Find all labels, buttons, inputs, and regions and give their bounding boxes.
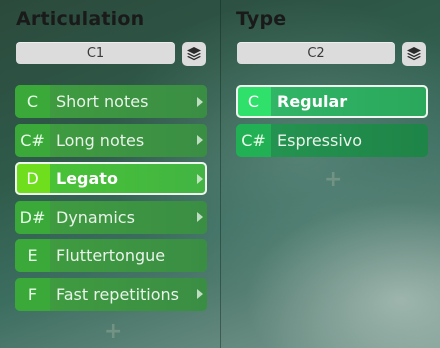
articulation-label: Dynamics xyxy=(50,200,207,234)
articulation-channel-field[interactable]: C1 xyxy=(16,42,175,64)
articulation-key: C# xyxy=(15,123,50,157)
articulation-label: Long notes xyxy=(50,123,207,157)
articulation-label: Legato xyxy=(50,162,207,195)
submenu-arrow-icon xyxy=(197,289,203,299)
articulation-label: Fast repetitions xyxy=(50,277,207,311)
articulation-label: Short notes xyxy=(50,85,207,118)
articulation-item-selected[interactable]: D Legato xyxy=(15,162,207,195)
type-list: C Regular C# Espressivo xyxy=(236,85,428,162)
articulation-key: D xyxy=(15,162,50,195)
type-column: Type C2 C Regular C# Espressivo + xyxy=(221,0,440,348)
type-item-selected[interactable]: C Regular xyxy=(236,85,428,118)
articulation-item[interactable]: C Short notes xyxy=(15,85,207,118)
type-item[interactable]: C# Espressivo xyxy=(236,123,428,157)
type-key: C# xyxy=(236,123,271,157)
submenu-arrow-icon xyxy=(197,173,203,184)
articulation-list: C Short notes C# Long notes D Legato D# … xyxy=(15,85,207,316)
add-type-button[interactable]: + xyxy=(324,169,342,191)
type-channel-field[interactable]: C2 xyxy=(237,42,395,64)
articulation-title: Articulation xyxy=(16,8,145,30)
submenu-arrow-icon xyxy=(197,96,203,107)
articulation-item[interactable]: C# Long notes xyxy=(15,123,207,157)
articulation-item[interactable]: E Fluttertongue xyxy=(15,239,207,272)
submenu-arrow-icon xyxy=(197,135,203,145)
type-title: Type xyxy=(236,8,287,30)
articulation-item[interactable]: F Fast repetitions xyxy=(15,277,207,311)
articulation-key: E xyxy=(15,239,50,272)
type-label: Regular xyxy=(271,85,428,118)
layers-icon[interactable] xyxy=(182,42,206,66)
articulation-column: Articulation C1 C Short notes C# Long no… xyxy=(0,0,220,348)
type-label: Espressivo xyxy=(271,123,428,157)
submenu-arrow-icon xyxy=(197,212,203,222)
add-articulation-button[interactable]: + xyxy=(104,321,122,343)
articulation-label: Fluttertongue xyxy=(50,239,207,272)
layers-icon[interactable] xyxy=(402,42,426,66)
articulation-key: D# xyxy=(15,200,50,234)
articulation-key: F xyxy=(15,277,50,311)
type-key: C xyxy=(236,85,271,118)
articulation-item[interactable]: D# Dynamics xyxy=(15,200,207,234)
articulation-key: C xyxy=(15,85,50,118)
